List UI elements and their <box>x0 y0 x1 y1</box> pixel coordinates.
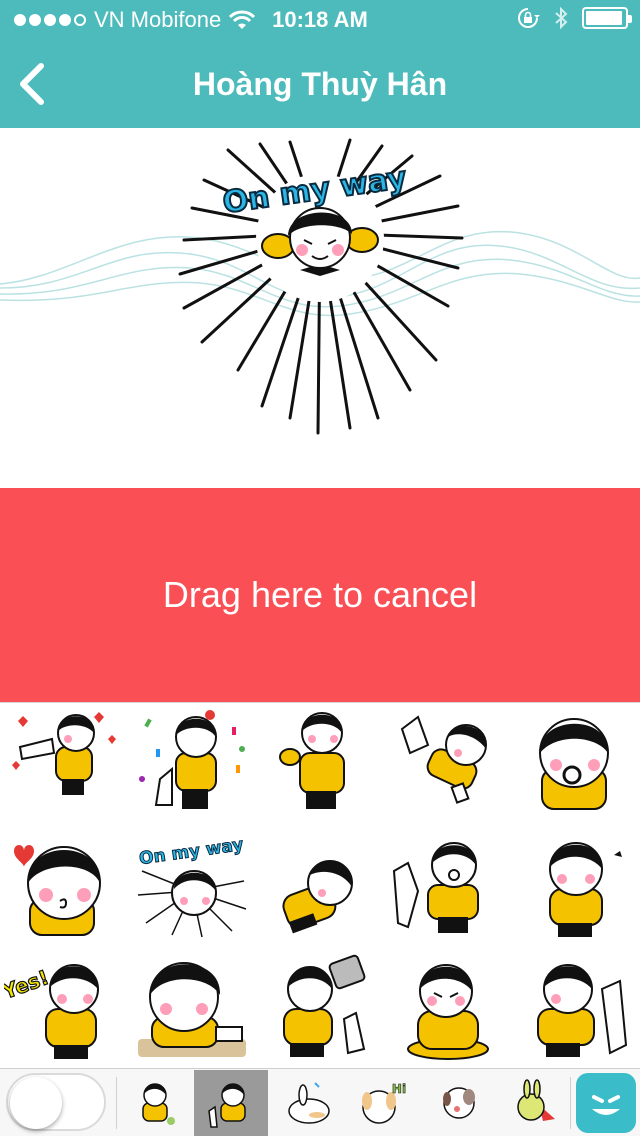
sticker-girl-lying-icon <box>400 715 487 804</box>
sticker-ok-hand-icon <box>539 718 609 810</box>
screen: VN Mobifone 10:18 AM Hoàng Thuỳ Hân On m… <box>0 0 640 1136</box>
bluetooth-icon <box>555 6 568 30</box>
header: VN Mobifone 10:18 AM Hoàng Thuỳ Hân <box>0 0 640 128</box>
status-bar: VN Mobifone 10:18 AM <box>0 0 640 40</box>
sticker-preview: On my way <box>0 128 640 488</box>
sticker-grid: On my way Yes! <box>0 702 640 1068</box>
sticker-cell[interactable] <box>256 703 384 825</box>
sticker-girl-angry-icon <box>407 964 489 1060</box>
sticker-girl-with-cat-grumpy-icon <box>537 964 628 1057</box>
sticker-girl-thinking-icon <box>138 962 246 1057</box>
sticker-cell[interactable] <box>384 825 512 947</box>
sticker-cell[interactable] <box>512 947 640 1069</box>
battery-icon <box>582 7 632 29</box>
pack-puppy-icon <box>443 1087 475 1119</box>
sticker-girl-annoyed-icon <box>549 842 622 937</box>
sticker-cell[interactable] <box>512 703 640 825</box>
sticker-girl-with-tablet-icon <box>283 954 366 1057</box>
sticker-cell[interactable]: Yes! <box>0 947 128 1069</box>
sticker-preview-art: On my way <box>0 138 640 435</box>
on-my-way-caption: On my way <box>138 835 245 869</box>
status-right <box>516 6 632 30</box>
sticker-cell[interactable] <box>128 947 256 1069</box>
page-title: Hoàng Thuỳ Hân <box>192 66 448 102</box>
back-button[interactable] <box>8 58 56 110</box>
cancel-drop-zone[interactable]: Drag here to cancel <box>0 488 640 702</box>
hi-caption: Hi <box>392 1082 406 1096</box>
sticker-kiss-heart-icon <box>14 845 101 936</box>
sticker-cell[interactable] <box>512 825 640 947</box>
sticker-pack-tab[interactable] <box>272 1070 346 1136</box>
rotation-lock-icon <box>518 8 540 28</box>
sticker-cell[interactable] <box>384 947 512 1069</box>
pack-bunny-icon <box>288 1082 330 1124</box>
sticker-on-my-way-icon: On my way <box>137 834 247 938</box>
sticker-yes-icon: Yes! <box>4 964 99 1059</box>
cancel-label: Drag here to cancel <box>162 574 478 615</box>
sticker-pack-tab[interactable] <box>422 1070 496 1136</box>
sticker-cell[interactable] <box>128 703 256 825</box>
divider <box>570 1077 571 1129</box>
sticker-tab-bar: Hi <box>0 1068 640 1136</box>
yes-caption: Yes! <box>4 965 52 1004</box>
pack-girl-icon <box>142 1083 175 1125</box>
chevron-left-icon <box>20 63 44 105</box>
emoji-keyboard-button[interactable] <box>576 1073 636 1133</box>
sticker-girl-with-cat-icon <box>12 712 116 795</box>
sticker-cell[interactable] <box>0 703 128 825</box>
sticker-girl-with-cat-surprised-icon <box>392 842 479 933</box>
sticker-cell[interactable]: On my way <box>128 825 256 947</box>
pack-girl-with-cat-icon <box>208 1083 246 1128</box>
sticker-party-confetti-icon <box>139 710 245 809</box>
sticker-cell[interactable] <box>256 825 384 947</box>
navigation-bar: Hoàng Thuỳ Hân <box>0 40 640 128</box>
divider <box>116 1077 117 1129</box>
sticker-cell[interactable] <box>256 947 384 1069</box>
sticker-cell[interactable] <box>384 703 512 825</box>
sticker-pack-tab[interactable]: Hi <box>346 1070 420 1136</box>
emoji-face-icon <box>592 1095 620 1115</box>
sticker-girl-holding-icon <box>279 712 345 809</box>
pack-dog-hi-icon: Hi <box>362 1082 406 1124</box>
sticker-girl-crouching-icon <box>282 860 353 934</box>
sticker-pack-tab-selected[interactable] <box>194 1070 268 1136</box>
sticker-toggle-switch[interactable] <box>6 1073 106 1131</box>
sticker-cell[interactable] <box>0 825 128 947</box>
pack-rabbit-cape-icon <box>517 1079 555 1121</box>
sticker-pack-tab[interactable] <box>496 1070 570 1136</box>
sticker-pack-tab[interactable] <box>118 1070 192 1136</box>
toggle-knob <box>10 1077 62 1129</box>
